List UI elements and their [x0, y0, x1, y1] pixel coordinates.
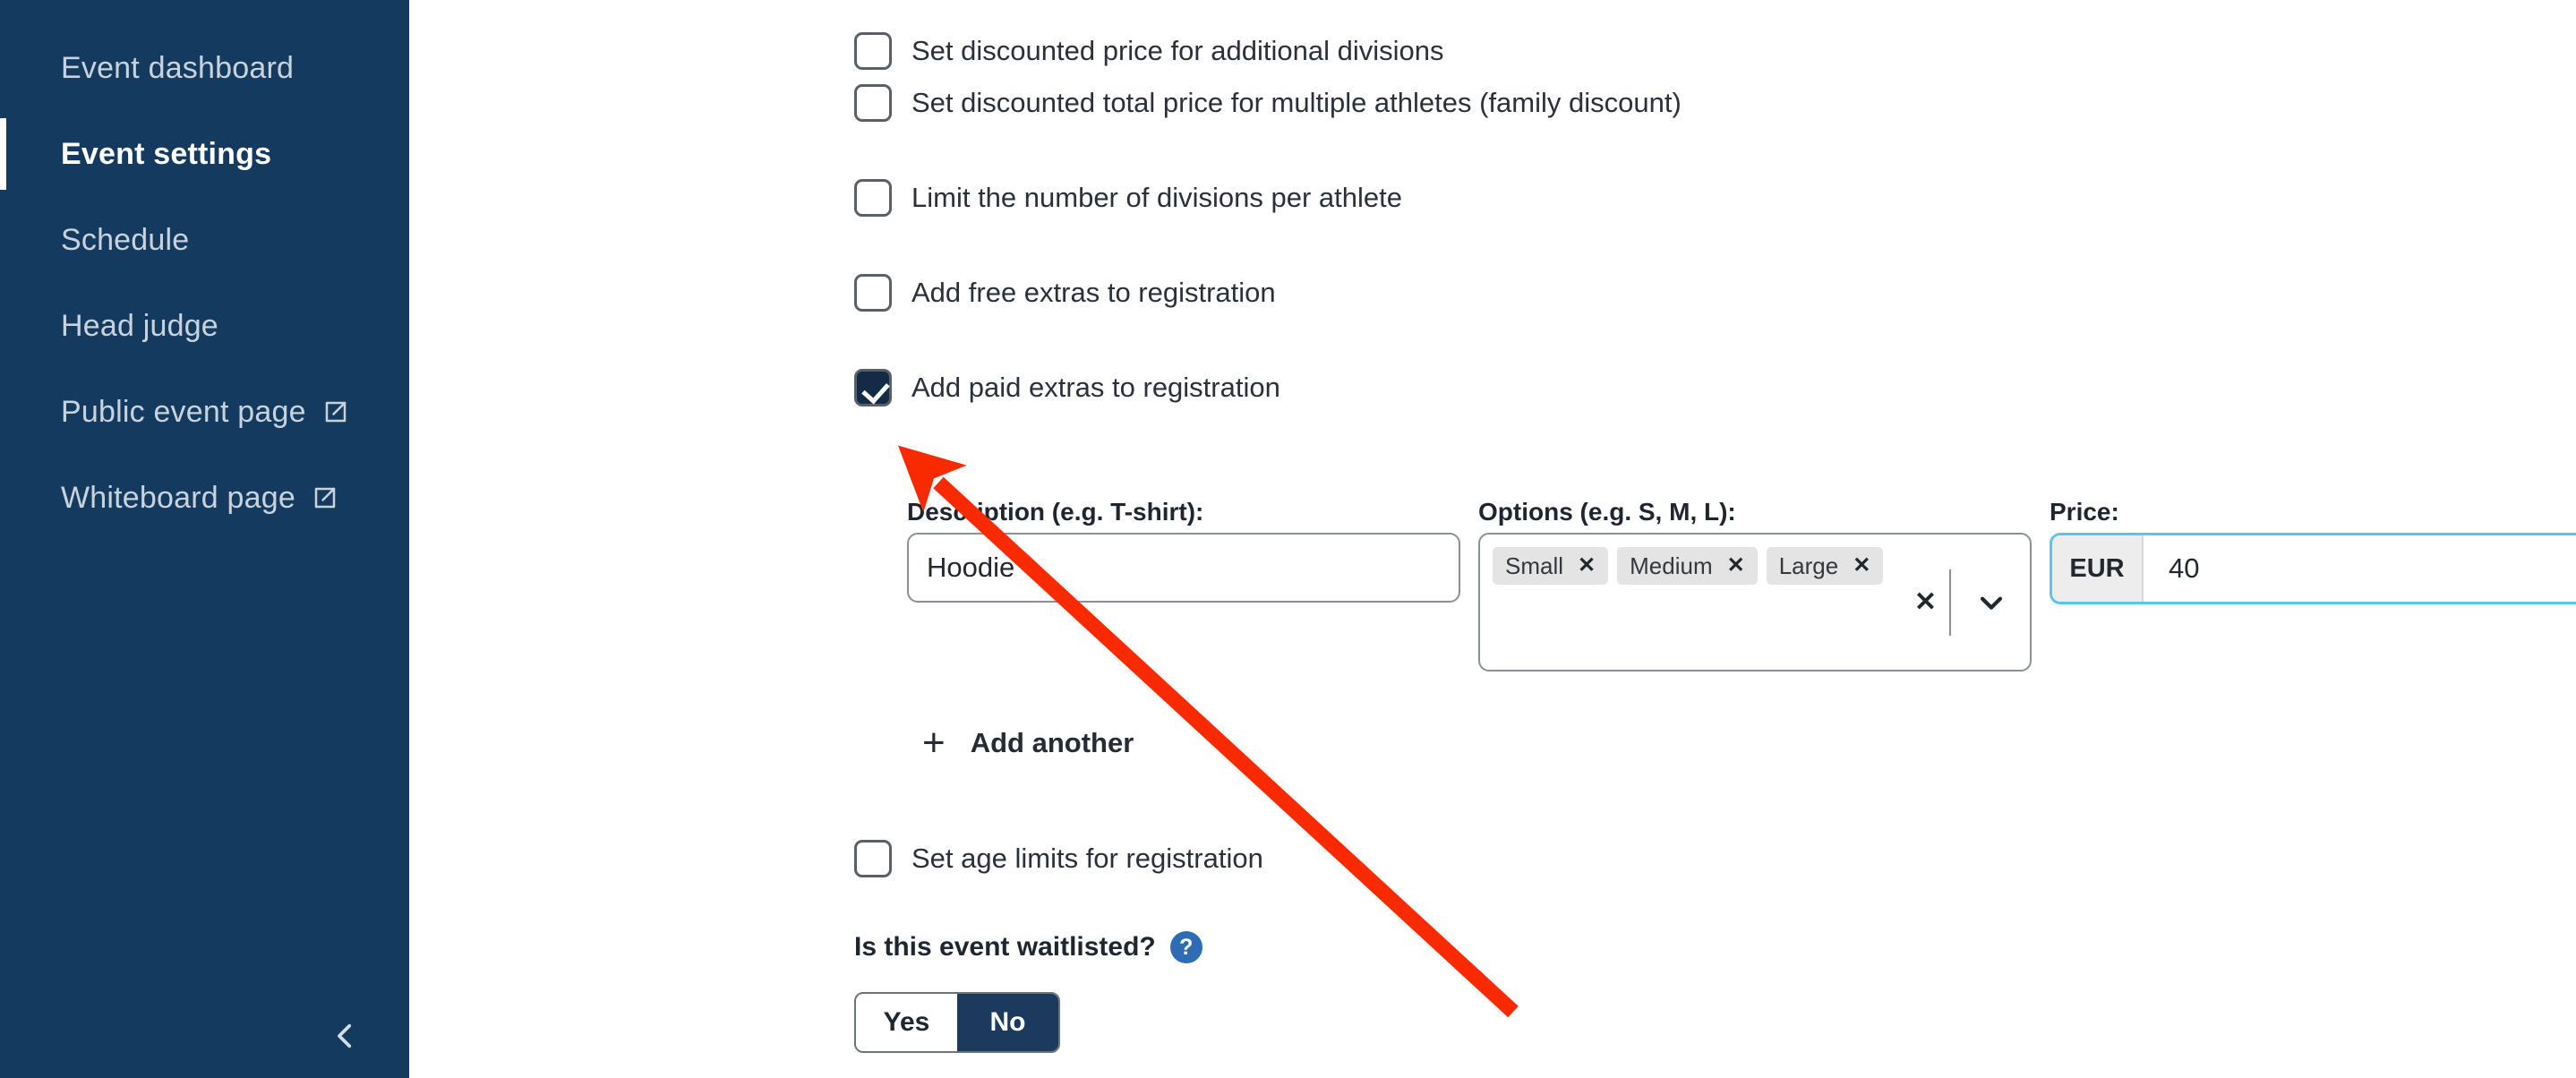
waitlist-question-text: Is this event waitlisted?: [854, 932, 1156, 962]
chevron-down-icon[interactable]: [1976, 587, 2007, 618]
clear-x-icon[interactable]: ✕: [1914, 588, 1937, 616]
sidebar-item-whiteboard-page[interactable]: Whiteboard page: [0, 455, 409, 541]
sidebar-item-head-judge[interactable]: Head judge: [0, 283, 409, 369]
waitlist-toggle-yes[interactable]: Yes: [856, 994, 957, 1051]
sidebar-item-label: Event dashboard: [61, 50, 295, 85]
sidebar-item-label: Schedule: [61, 222, 190, 257]
checkbox-paid-extras[interactable]: [854, 369, 892, 406]
checkbox-free-extras[interactable]: [854, 274, 892, 312]
main-content: Set discounted price for additional divi…: [409, 0, 2576, 1078]
sidebar: Event dashboard Event settings Schedule …: [0, 0, 409, 1078]
checkbox-label: Add paid extras to registration: [911, 372, 1280, 403]
option-tag[interactable]: Medium ✕: [1617, 547, 1758, 585]
option-tag[interactable]: Small ✕: [1493, 547, 1609, 585]
active-indicator-bar: [0, 118, 6, 190]
waitlist-toggle-no[interactable]: No: [957, 994, 1058, 1051]
option-tag-label: Small: [1505, 552, 1564, 579]
external-link-icon: [322, 398, 349, 425]
description-input[interactable]: Hoodie: [907, 533, 1460, 603]
sidebar-item-event-dashboard[interactable]: Event dashboard: [0, 25, 409, 111]
waitlist-question: Is this event waitlisted? ?: [854, 931, 1202, 963]
external-link-icon: [312, 484, 338, 511]
sidebar-item-label: Head judge: [61, 308, 218, 343]
checkbox-row-limit-divisions[interactable]: Limit the number of divisions per athlet…: [854, 179, 1402, 217]
checkbox-limit-divisions[interactable]: [854, 179, 892, 217]
options-multiselect[interactable]: Small ✕ Medium ✕ Large ✕ ✕: [1478, 533, 2032, 672]
checkbox-label: Set age limits for registration: [911, 843, 1263, 874]
checkbox-label: Set discounted total price for multiple …: [911, 87, 1682, 118]
checkbox-label: Limit the number of divisions per athlet…: [911, 182, 1402, 213]
checkbox-label: Set discounted price for additional divi…: [911, 35, 1444, 66]
app-root: Event dashboard Event settings Schedule …: [0, 0, 2576, 1078]
description-field-label: Description (e.g. T-shirt):: [907, 498, 1204, 526]
sidebar-item-event-settings[interactable]: Event settings: [0, 111, 409, 197]
plus-icon: +: [922, 721, 946, 765]
remove-tag-icon[interactable]: ✕: [1578, 555, 1596, 577]
checkbox-row-age-limits[interactable]: Set age limits for registration: [854, 840, 1263, 877]
price-currency-prefix: EUR: [2052, 535, 2144, 602]
waitlist-toggle[interactable]: Yes No: [854, 992, 1060, 1053]
option-tag-label: Large: [1778, 552, 1839, 579]
sidebar-item-label: Public event page: [61, 394, 306, 429]
checkbox-row-paid-extras[interactable]: Add paid extras to registration: [854, 369, 1280, 406]
question-mark-icon[interactable]: ?: [1169, 931, 1202, 963]
price-input[interactable]: 40: [2144, 535, 2576, 602]
chevron-left-icon: [330, 1021, 361, 1056]
options-tag-list: Small ✕ Medium ✕ Large ✕: [1493, 547, 1976, 585]
option-tag[interactable]: Large ✕: [1766, 547, 1884, 585]
add-another-label: Add another: [970, 727, 1134, 758]
checkbox-row-family-discount[interactable]: Set discounted total price for multiple …: [854, 84, 1682, 122]
checkbox-family-discount[interactable]: [854, 84, 892, 122]
price-input-group[interactable]: EUR 40: [2050, 533, 2576, 604]
checkbox-row-discounted-additional-divisions[interactable]: Set discounted price for additional divi…: [854, 32, 1444, 70]
remove-tag-icon[interactable]: ✕: [1853, 555, 1870, 577]
checkbox-row-free-extras[interactable]: Add free extras to registration: [854, 274, 1276, 312]
sidebar-item-label: Event settings: [61, 136, 272, 171]
sidebar-item-label: Whiteboard page: [61, 480, 295, 515]
option-tag-label: Medium: [1630, 552, 1713, 579]
sidebar-item-public-event-page[interactable]: Public event page: [0, 369, 409, 455]
multiselect-divider: [1949, 569, 1951, 636]
remove-tag-icon[interactable]: ✕: [1727, 555, 1745, 577]
checkbox-label: Add free extras to registration: [911, 277, 1276, 308]
checkbox-age-limits[interactable]: [854, 840, 892, 877]
sidebar-collapse-button[interactable]: [324, 1016, 367, 1059]
price-field-label: Price:: [2050, 498, 2119, 526]
checkbox-discounted-additional-divisions[interactable]: [854, 32, 892, 70]
sidebar-nav: Event dashboard Event settings Schedule …: [0, 25, 409, 541]
add-another-button[interactable]: + Add another: [922, 723, 1134, 763]
sidebar-item-schedule[interactable]: Schedule: [0, 197, 409, 283]
options-field-label: Options (e.g. S, M, L):: [1478, 498, 1736, 526]
